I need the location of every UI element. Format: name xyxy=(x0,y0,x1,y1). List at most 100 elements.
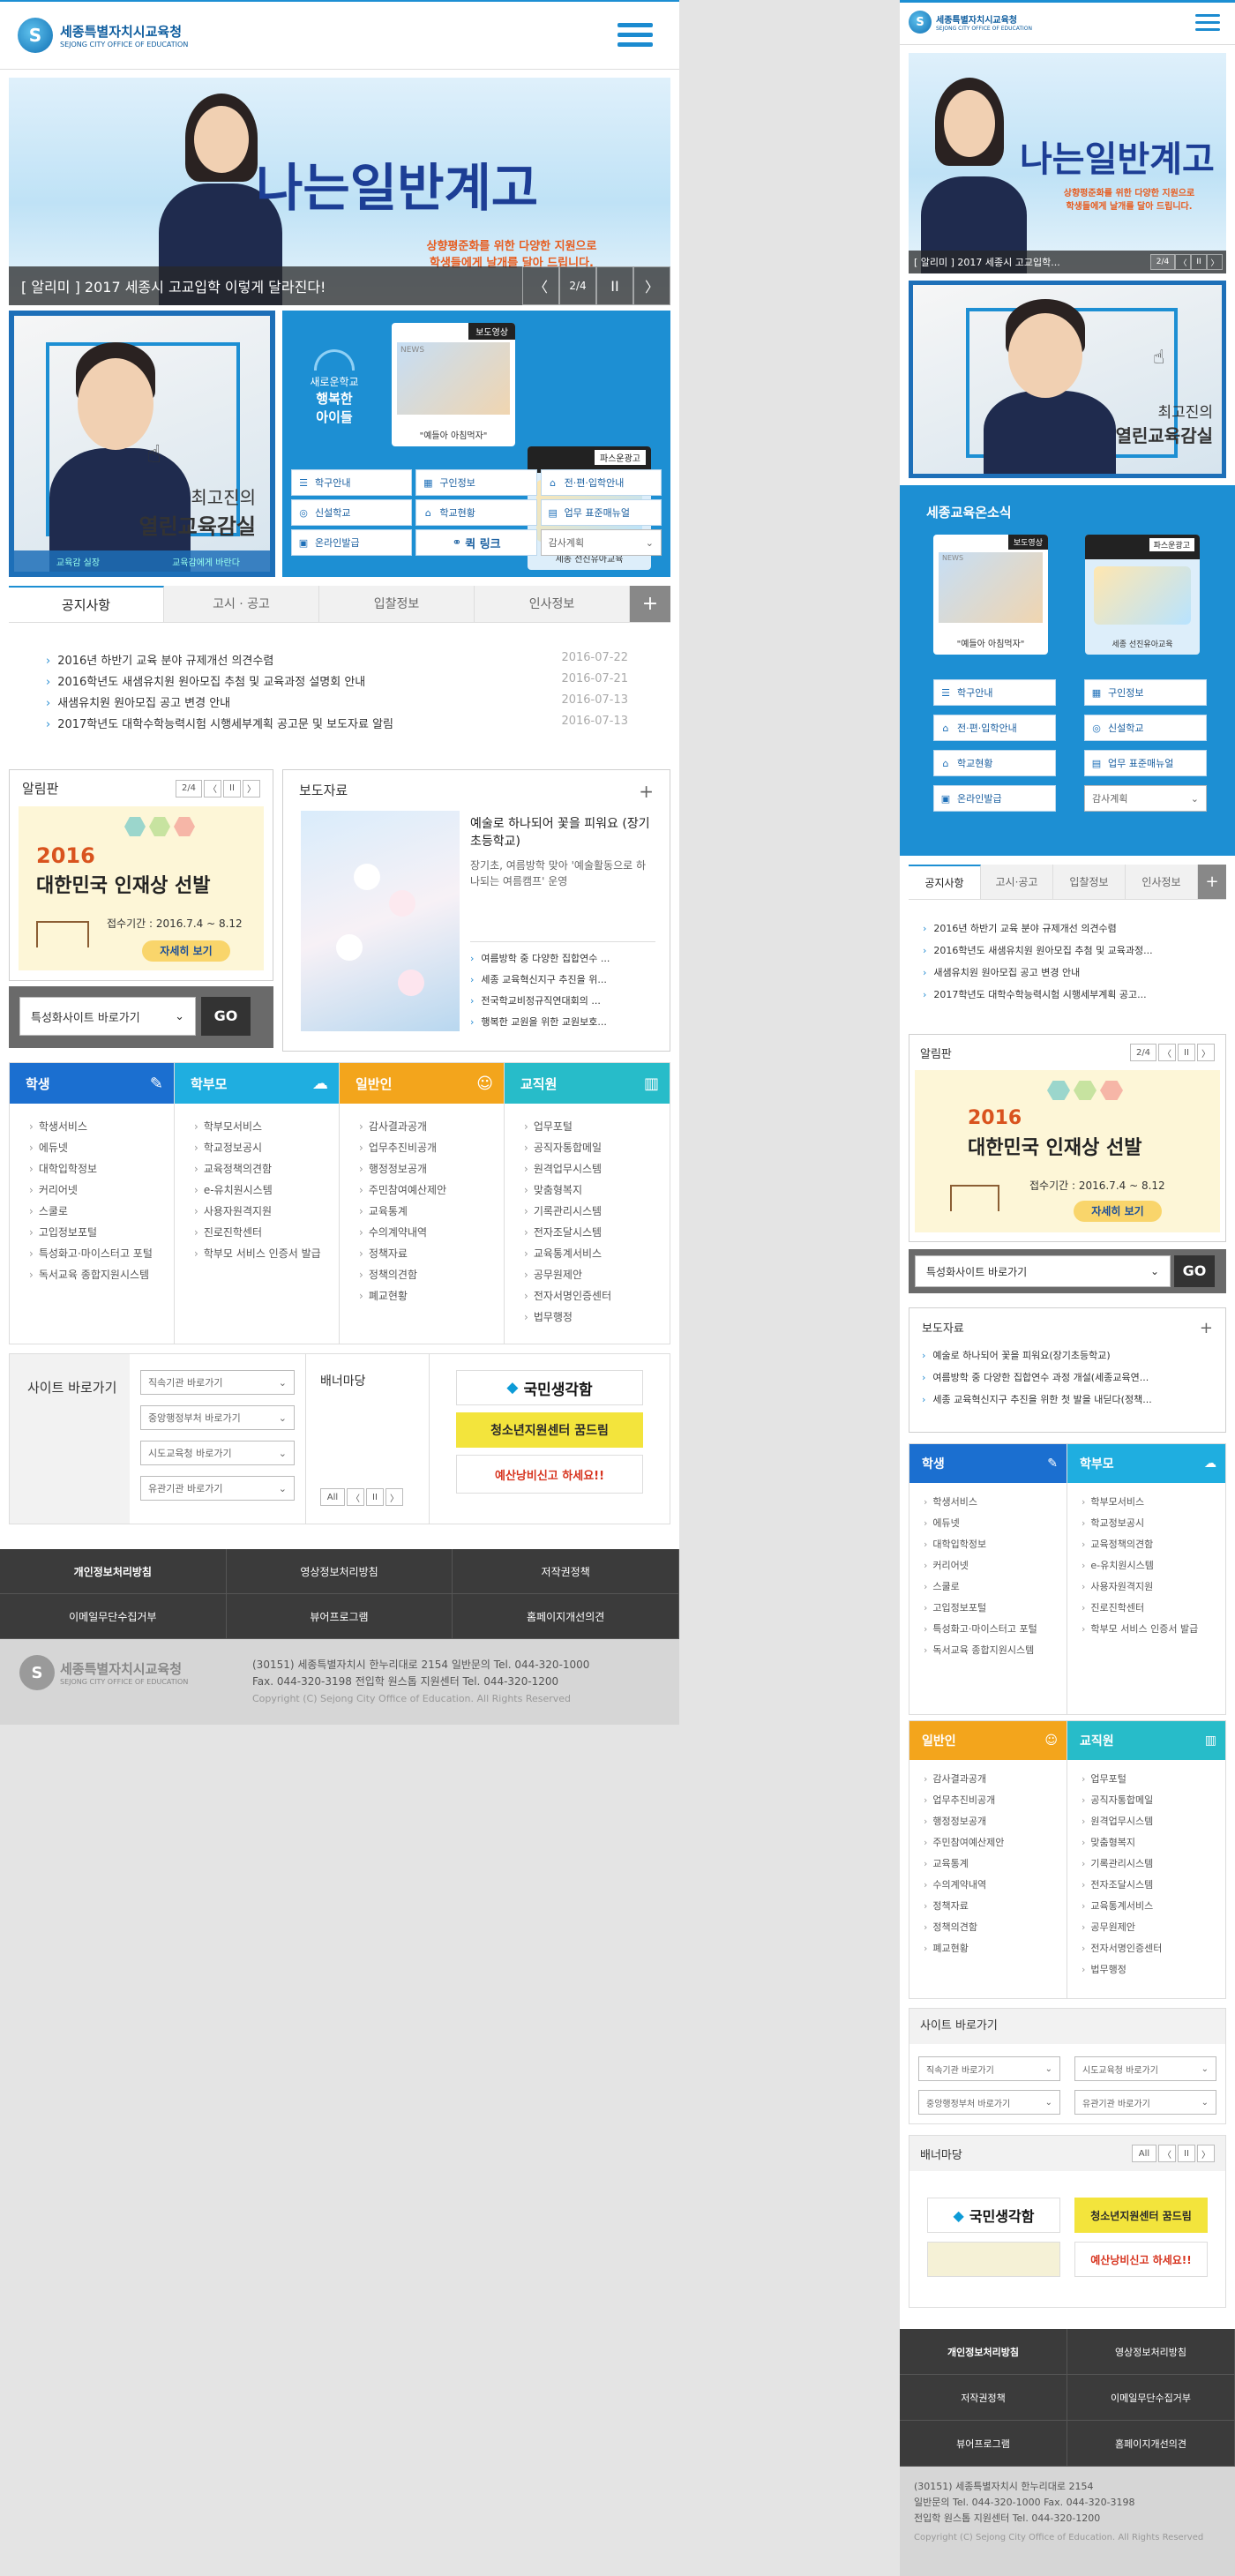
category-student[interactable]: 학생 ✎ xyxy=(909,1444,1067,1483)
category-student[interactable]: 학생 ✎ xyxy=(10,1063,174,1104)
footer-viewer-link[interactable]: 뷰어프로그램 xyxy=(226,1594,453,1639)
category-link[interactable]: 법무행정 xyxy=(524,1307,670,1328)
category-link[interactable]: 학생서비스 xyxy=(924,1492,1067,1513)
banner-pause-button[interactable]: II xyxy=(1178,2145,1195,2162)
category-staff[interactable]: 교직원 ▥ xyxy=(505,1063,670,1104)
tab-announcement[interactable]: 고시 · 공고 xyxy=(164,586,319,622)
quick-link-select[interactable]: 감사계획 ⌄ xyxy=(1084,785,1207,812)
quick-transfer[interactable]: ⌂ 전·편·입학안내 xyxy=(933,715,1056,741)
category-link[interactable]: 공무원제안 xyxy=(1082,1917,1225,1938)
quick-new-school[interactable]: ◎ 신설학교 xyxy=(291,499,413,526)
special-site-select[interactable]: 특성화사이트 바로가기 ⌄ xyxy=(19,997,196,1036)
category-link[interactable]: 대학입학정보 xyxy=(29,1158,174,1179)
category-link[interactable]: 주민참여예산제안 xyxy=(924,1832,1067,1853)
category-link[interactable]: 독서교육 종합지원시스템 xyxy=(29,1264,174,1285)
alarm-prev-button[interactable]: 〈 xyxy=(1158,1044,1176,1061)
category-link[interactable]: 고입정보포털 xyxy=(924,1598,1067,1619)
banner-dream[interactable]: 청소년지원센터 꿈드림 xyxy=(1074,2198,1208,2233)
more-plus-icon[interactable]: + xyxy=(1198,865,1226,899)
banner-blank[interactable] xyxy=(927,2242,1060,2277)
special-site-select[interactable]: 특성화사이트 바로가기 ⌄ xyxy=(915,1255,1171,1287)
category-link[interactable]: 스쿨로 xyxy=(924,1576,1067,1598)
press-photo[interactable] xyxy=(301,811,460,1031)
category-link[interactable]: 특성화고·마이스터고 포털 xyxy=(924,1619,1067,1640)
category-general[interactable]: 일반인 ☺ xyxy=(340,1063,504,1104)
category-link[interactable]: 학생서비스 xyxy=(29,1116,174,1137)
category-link[interactable]: 폐교현황 xyxy=(359,1285,504,1307)
category-link[interactable]: 진로진학센터 xyxy=(194,1222,339,1243)
quick-manual[interactable]: ▤ 업무 표준매뉴얼 xyxy=(540,499,662,526)
category-link[interactable]: 법무행정 xyxy=(1082,1959,1225,1981)
alarm-prev-button[interactable]: 〈 xyxy=(204,779,221,798)
tab-bidding[interactable]: 입찰정보 xyxy=(1053,865,1126,899)
footer-feedback-link[interactable]: 홈페이지개선의견 xyxy=(453,1594,679,1639)
more-plus-icon[interactable]: + xyxy=(630,586,670,622)
mobile-superintendent-promo[interactable]: ☝ 최고진의 열린교육감실 xyxy=(909,281,1226,478)
category-link[interactable]: 대학입학정보 xyxy=(924,1534,1067,1555)
go-button[interactable]: GO xyxy=(1174,1255,1215,1287)
category-link[interactable]: 업무포털 xyxy=(524,1116,670,1137)
press-feature-title[interactable]: 예술로 하나되어 꽃을 피워요 (장기초등학교) xyxy=(470,816,655,850)
category-link[interactable]: 기록관리시스템 xyxy=(524,1201,670,1222)
category-link[interactable]: 커리어넷 xyxy=(29,1179,174,1201)
category-link[interactable]: 원격업무시스템 xyxy=(1082,1811,1225,1832)
quick-school-status[interactable]: ⌂ 학교현황 xyxy=(415,499,537,526)
category-link[interactable]: 업무추진비공개 xyxy=(359,1137,504,1158)
superintendent-promo[interactable]: ☝ 최고진의 열린교육감실 교육감 실장 교육감에게 바란다 xyxy=(9,311,275,577)
category-link[interactable]: 감사결과공개 xyxy=(359,1116,504,1137)
quick-school-district[interactable]: ☰ 학구안내 xyxy=(291,469,413,496)
category-link[interactable]: 감사결과공개 xyxy=(924,1769,1067,1790)
quick-new-school[interactable]: ◎ 신설학교 xyxy=(1084,715,1207,741)
category-link[interactable]: 공무원제안 xyxy=(524,1264,670,1285)
menu-icon[interactable] xyxy=(618,23,653,47)
banner-pause-button[interactable]: II xyxy=(366,1488,384,1506)
category-link[interactable]: 기록관리시스템 xyxy=(1082,1853,1225,1875)
banner-dream[interactable]: 청소년지원센터 꿈드림 xyxy=(456,1412,643,1448)
quick-link-select[interactable]: 감사계획 ⌄ xyxy=(540,529,662,556)
category-link[interactable]: 교육통계 xyxy=(924,1853,1067,1875)
list-item[interactable]: 2016년 하반기 교육 분야 규제개선 의견수렴 xyxy=(923,921,1214,943)
category-link[interactable]: 전자서명인증센터 xyxy=(524,1285,670,1307)
banner-all-button[interactable]: All xyxy=(1132,2145,1156,2162)
footer-copyright-link[interactable]: 저작권정책 xyxy=(900,2375,1067,2421)
footer-email-link[interactable]: 이메일무단수집거부 xyxy=(0,1594,227,1639)
category-link[interactable]: 전자조달시스템 xyxy=(1082,1875,1225,1896)
hero-pause-button[interactable]: II xyxy=(596,266,633,305)
hero-caption-text[interactable]: [ 알리미 ] 2017 세종시 고교입학 이렇게 달라진다! xyxy=(21,275,522,296)
category-link[interactable]: 사용자원격지원 xyxy=(194,1201,339,1222)
site-select-ministry[interactable]: 중앙행정부처 바로가기 ⌄ xyxy=(140,1405,295,1430)
promo-wish-button[interactable]: 교육감에게 바란다 xyxy=(142,555,270,568)
quick-jobs[interactable]: ▦ 구인정보 xyxy=(415,469,537,496)
banner-next-button[interactable]: 〉 xyxy=(385,1488,403,1506)
mobile-logo[interactable]: S 세종특별자치시교육청 SEJONG CITY OFFICE OF EDUCA… xyxy=(909,11,1032,34)
category-link[interactable]: 고입정보포털 xyxy=(29,1222,174,1243)
category-link[interactable]: 원격업무시스템 xyxy=(524,1158,670,1179)
list-item[interactable]: 2016년 하반기 교육 분야 규제개선 의견수렴2016-07-22 xyxy=(46,651,628,672)
category-link[interactable]: 교육정책의견함 xyxy=(194,1158,339,1179)
category-link[interactable]: 맞춤형복지 xyxy=(524,1179,670,1201)
category-link[interactable]: 특성화고·마이스터고 포털 xyxy=(29,1243,174,1264)
banner-budget-report[interactable]: 예산낭비신고 하세요!! xyxy=(1074,2242,1208,2277)
hero-next-button[interactable]: 〉 xyxy=(1207,254,1223,270)
banner-prev-button[interactable]: 〈 xyxy=(347,1488,364,1506)
site-select-provincial[interactable]: 시도교육청 바로가기 ⌄ xyxy=(140,1441,295,1465)
site-select-affiliated[interactable]: 직속기관 바로가기 ⌄ xyxy=(140,1370,295,1395)
footer-video-policy-link[interactable]: 영상정보처리방침 xyxy=(1067,2329,1235,2375)
footer-video-policy-link[interactable]: 영상정보처리방침 xyxy=(226,1549,453,1594)
list-item[interactable]: 여름방학 중 다양한 집합연수 ... xyxy=(470,951,655,972)
footer-email-link[interactable]: 이메일무단수집거부 xyxy=(1067,2375,1235,2421)
footer-privacy-link[interactable]: 개인정보처리방침 xyxy=(900,2329,1067,2375)
hero-prev-button[interactable]: 〈 xyxy=(522,266,559,305)
category-link[interactable]: 교육통계서비스 xyxy=(524,1243,670,1264)
category-link[interactable]: 행정정보공개 xyxy=(359,1158,504,1179)
category-link[interactable]: 커리어넷 xyxy=(924,1555,1067,1576)
alarm-pause-button[interactable]: II xyxy=(223,779,241,798)
list-item[interactable]: 예술로 하나되어 꽃을 피워요(장기초등학교) xyxy=(922,1348,1213,1370)
category-link[interactable]: 행정정보공개 xyxy=(924,1811,1067,1832)
quick-school-status[interactable]: ⌂ 학교현황 xyxy=(933,750,1056,776)
category-link[interactable]: 공직자통합메일 xyxy=(524,1137,670,1158)
site-select-related[interactable]: 유관기관 바로가기 ⌄ xyxy=(140,1476,295,1501)
list-item[interactable]: 새샘유치원 원아모집 공고 변경 안내 xyxy=(923,965,1214,987)
list-item[interactable]: 2016학년도 새샘유치원 원아모집 추첨 및 교육과정... xyxy=(923,943,1214,965)
press-more-icon[interactable]: + xyxy=(1200,1319,1213,1337)
